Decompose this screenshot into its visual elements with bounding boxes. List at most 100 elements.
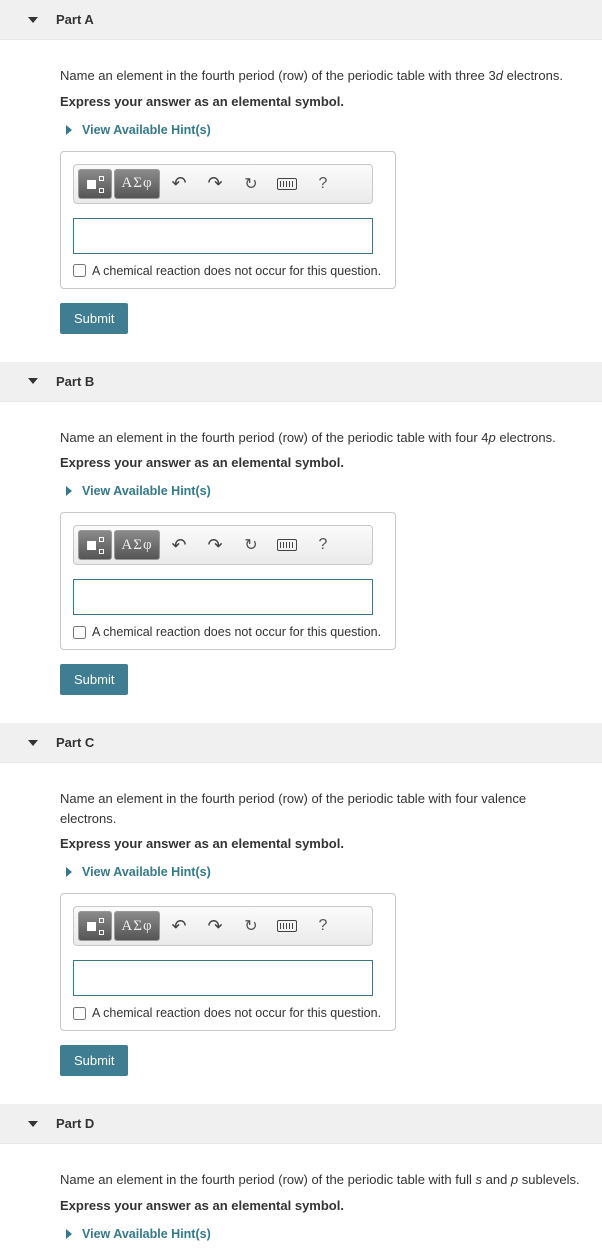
submit-button[interactable]: Submit: [60, 664, 128, 695]
question-text-post: electrons.: [496, 430, 556, 445]
undo-icon: ↶: [171, 173, 186, 194]
hints-label: View Available Hint(s): [82, 484, 211, 498]
no-reaction-checkbox-row[interactable]: A chemical reaction does not occur for t…: [73, 625, 383, 639]
part-b: Part B Name an element in the fourth per…: [0, 362, 602, 714]
answer-input[interactable]: [73, 579, 373, 615]
question-text-italic: d: [496, 68, 503, 83]
submit-button[interactable]: Submit: [60, 1045, 128, 1076]
instruction-text: Express your answer as an elemental symb…: [60, 836, 582, 851]
chevron-right-icon: [66, 867, 72, 877]
chevron-right-icon: [66, 486, 72, 496]
keyboard-icon: [277, 539, 297, 551]
part-c-body: Name an element in the fourth period (ro…: [0, 763, 602, 1094]
question-text-post: sublevels.: [518, 1172, 579, 1187]
reset-button[interactable]: ↻: [234, 169, 268, 199]
answer-toolbar: ΑΣφ ↶ ↷ ↻ ?: [73, 906, 373, 946]
help-button[interactable]: ?: [306, 911, 340, 941]
hints-label: View Available Hint(s): [82, 123, 211, 137]
part-a-title: Part A: [56, 12, 94, 27]
instruction-text: Express your answer as an elemental symb…: [60, 455, 582, 470]
undo-icon: ↶: [171, 535, 186, 556]
answer-box: ΑΣφ ↶ ↷ ↻ ? A chemical reaction does not…: [60, 151, 396, 289]
help-label: ?: [319, 175, 328, 193]
question-text-pre: Name an element in the fourth period (ro…: [60, 1172, 476, 1187]
chevron-down-icon: [28, 1121, 38, 1127]
no-reaction-label: A chemical reaction does not occur for t…: [92, 264, 381, 278]
part-a-body: Name an element in the fourth period (ro…: [0, 40, 602, 352]
submit-button[interactable]: Submit: [60, 303, 128, 334]
undo-button[interactable]: ↶: [162, 530, 196, 560]
greek-label: ΑΣφ: [121, 175, 152, 192]
part-b-header[interactable]: Part B: [0, 362, 602, 402]
hints-label: View Available Hint(s): [82, 865, 211, 879]
part-d-header[interactable]: Part D: [0, 1104, 602, 1144]
redo-button[interactable]: ↷: [198, 169, 232, 199]
help-button[interactable]: ?: [306, 169, 340, 199]
part-c: Part C Name an element in the fourth per…: [0, 723, 602, 1094]
redo-button[interactable]: ↷: [198, 530, 232, 560]
instruction-text: Express your answer as an elemental symb…: [60, 1198, 582, 1213]
superscript-subscript-icon: [85, 916, 105, 936]
no-reaction-checkbox-row[interactable]: A chemical reaction does not occur for t…: [73, 264, 383, 278]
chevron-down-icon: [28, 17, 38, 23]
reset-icon: ↻: [244, 916, 257, 936]
part-c-title: Part C: [56, 735, 94, 750]
view-hints-link[interactable]: View Available Hint(s): [60, 865, 582, 879]
instruction-text: Express your answer as an elemental symb…: [60, 94, 582, 109]
greek-letters-button[interactable]: ΑΣφ: [114, 530, 160, 560]
part-b-title: Part B: [56, 374, 94, 389]
part-a-header[interactable]: Part A: [0, 0, 602, 40]
part-d-title: Part D: [56, 1116, 94, 1131]
answer-box: ΑΣφ ↶ ↷ ↻ ? A chemical reaction does not…: [60, 512, 396, 650]
view-hints-link[interactable]: View Available Hint(s): [60, 123, 582, 137]
part-c-header[interactable]: Part C: [0, 723, 602, 763]
greek-letters-button[interactable]: ΑΣφ: [114, 911, 160, 941]
no-reaction-checkbox[interactable]: [73, 1007, 86, 1020]
no-reaction-checkbox-row[interactable]: A chemical reaction does not occur for t…: [73, 1006, 383, 1020]
hints-label: View Available Hint(s): [82, 1227, 211, 1241]
superscript-subscript-button[interactable]: [78, 911, 112, 941]
help-label: ?: [319, 536, 328, 554]
chevron-down-icon: [28, 740, 38, 746]
answer-input[interactable]: [73, 218, 373, 254]
answer-box: ΑΣφ ↶ ↷ ↻ ? A chemical reaction does not…: [60, 893, 396, 1031]
no-reaction-label: A chemical reaction does not occur for t…: [92, 625, 381, 639]
reset-icon: ↻: [244, 174, 257, 194]
part-a-question: Name an element in the fourth period (ro…: [60, 66, 582, 86]
greek-letters-button[interactable]: ΑΣφ: [114, 169, 160, 199]
superscript-subscript-button[interactable]: [78, 530, 112, 560]
reset-button[interactable]: ↻: [234, 530, 268, 560]
help-button[interactable]: ?: [306, 530, 340, 560]
reset-icon: ↻: [244, 535, 257, 555]
question-text-pre: Name an element in the fourth period (ro…: [60, 68, 496, 83]
redo-icon: ↷: [207, 916, 222, 937]
greek-label: ΑΣφ: [121, 918, 152, 935]
no-reaction-checkbox[interactable]: [73, 626, 86, 639]
part-b-body: Name an element in the fourth period (ro…: [0, 402, 602, 714]
undo-button[interactable]: ↶: [162, 169, 196, 199]
keyboard-button[interactable]: [270, 530, 304, 560]
question-text-post: electrons.: [503, 68, 563, 83]
keyboard-button[interactable]: [270, 911, 304, 941]
keyboard-button[interactable]: [270, 169, 304, 199]
no-reaction-checkbox[interactable]: [73, 264, 86, 277]
chevron-right-icon: [66, 1229, 72, 1239]
help-label: ?: [319, 917, 328, 935]
part-b-question: Name an element in the fourth period (ro…: [60, 428, 582, 448]
undo-icon: ↶: [171, 916, 186, 937]
keyboard-icon: [277, 178, 297, 190]
answer-input[interactable]: [73, 960, 373, 996]
redo-button[interactable]: ↷: [198, 911, 232, 941]
part-d-question: Name an element in the fourth period (ro…: [60, 1170, 582, 1190]
part-c-question: Name an element in the fourth period (ro…: [60, 789, 582, 828]
superscript-subscript-icon: [85, 535, 105, 555]
reset-button[interactable]: ↻: [234, 911, 268, 941]
part-a: Part A Name an element in the fourth per…: [0, 0, 602, 352]
view-hints-link[interactable]: View Available Hint(s): [60, 484, 582, 498]
greek-label: ΑΣφ: [121, 537, 152, 554]
undo-button[interactable]: ↶: [162, 911, 196, 941]
view-hints-link[interactable]: View Available Hint(s): [60, 1227, 582, 1241]
superscript-subscript-button[interactable]: [78, 169, 112, 199]
redo-icon: ↷: [207, 173, 222, 194]
chevron-down-icon: [28, 378, 38, 384]
